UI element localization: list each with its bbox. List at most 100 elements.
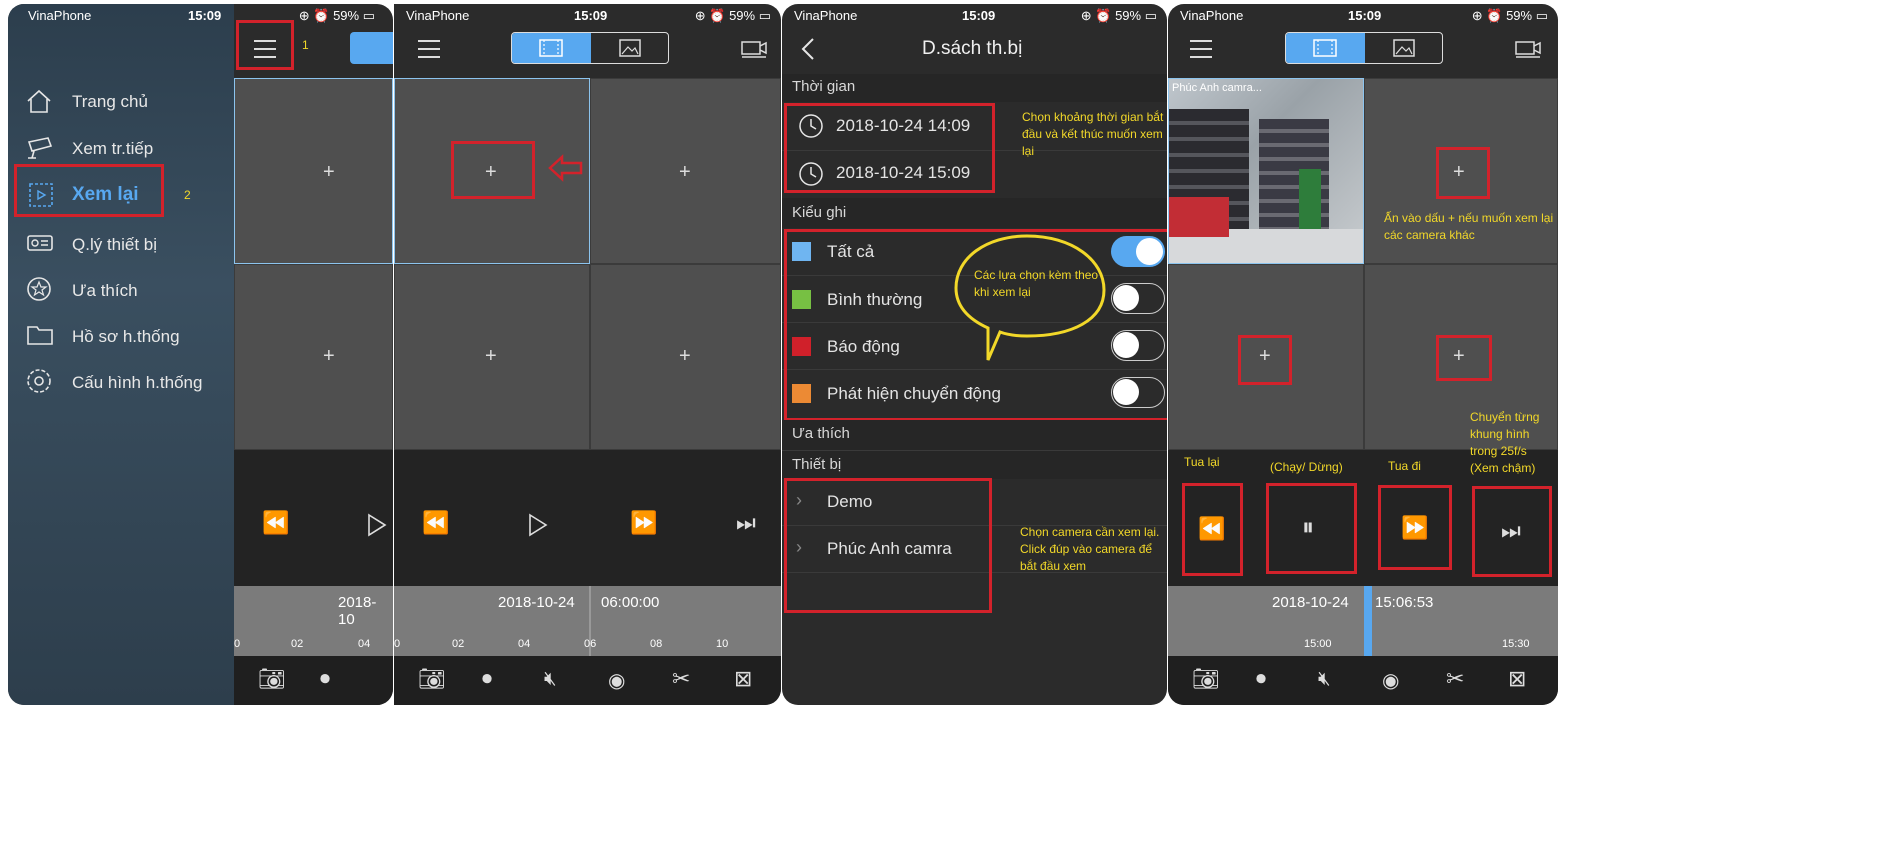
note-frame-step: Chuyển từng khung hình trong 25f/s (Xem … — [1470, 410, 1540, 475]
add-camera-icon[interactable]: + — [323, 161, 335, 184]
playback-controls — [394, 450, 781, 586]
snapshot-icon[interactable]: 📷︎ — [418, 666, 446, 692]
camera-list-icon[interactable] — [1514, 38, 1542, 60]
close-window-icon[interactable]: ⊠ — [1508, 666, 1526, 692]
film-icon — [539, 39, 563, 57]
menu-item-records[interactable]: Hồ sơ h.thống — [26, 322, 226, 352]
phone-grid-view: VinaPhone 15:09 ⊕ ⏰ 59% ▭ + + + + ⏪ ⏩ ⏭︎… — [394, 4, 781, 705]
clock: 15:09 — [962, 8, 996, 23]
clip-icon[interactable]: ✂︎ — [672, 666, 690, 692]
fast-forward-icon[interactable]: ⏩ — [630, 510, 657, 536]
clip-icon[interactable]: ✂︎ — [1446, 666, 1464, 692]
carrier-label: VinaPhone — [1180, 8, 1244, 23]
timeline-tick: 06 — [584, 638, 597, 650]
view-toggle-grid[interactable] — [512, 33, 591, 63]
highlight-add-1 — [1436, 147, 1490, 199]
add-camera-icon[interactable]: + — [679, 345, 691, 368]
view-toggle-grid[interactable] — [350, 32, 393, 64]
note-rewind: Tua lại — [1184, 455, 1220, 469]
talk-icon[interactable]: ◉ — [608, 668, 625, 693]
forward-button[interactable]: ⏩ — [1378, 485, 1452, 570]
note-play-pause: (Chạy/ Dừng) — [1270, 460, 1343, 474]
rewind-icon: ⏪ — [1198, 516, 1226, 541]
view-toggle-image[interactable] — [1365, 33, 1442, 63]
section-header-record-type: Kiểu ghi — [782, 198, 1167, 228]
phone-side-menu: VinaPhone 15:09 ⊕ ⏰ 59% ▭ Trang chủ Xem … — [8, 4, 393, 705]
menu-item-home[interactable]: Trang chủ — [26, 88, 226, 118]
add-camera-icon[interactable]: + — [679, 161, 691, 184]
timeline[interactable]: 2018-10-24 06:00:00 0 02 04 06 08 10 — [394, 586, 781, 656]
next-frame-icon[interactable]: ⏭︎ — [736, 510, 756, 536]
highlight-add-2 — [1238, 335, 1292, 385]
fast-forward-icon: ⏩ — [1401, 515, 1429, 540]
timeline-date: 2018-10 — [338, 594, 377, 628]
snapshot-icon[interactable]: 📷︎ — [1192, 666, 1220, 692]
menu-item-favorites[interactable]: Ưa thích — [26, 276, 226, 306]
phone-device-list: VinaPhone 15:09 ⊕ ⏰ 59% ▭ D.sách th.bị T… — [782, 4, 1167, 705]
back-arrow-icon[interactable] — [800, 37, 816, 61]
next-frame-button[interactable]: ⏭︎ — [1472, 486, 1552, 577]
talk-icon[interactable]: ◉ — [1382, 668, 1399, 693]
mute-icon[interactable]: 🔇︎ — [544, 668, 557, 691]
menu-item-live[interactable]: Xem tr.tiếp — [26, 134, 226, 164]
arrow-left-icon — [548, 154, 583, 182]
timeline-tick: 08 — [650, 638, 663, 650]
home-icon — [27, 89, 51, 113]
rewind-icon[interactable]: ⏪ — [262, 510, 289, 536]
timeline-tick: 15:00 — [1304, 638, 1332, 650]
record-icon[interactable]: ⏺︎ — [1256, 668, 1266, 691]
timeline[interactable]: 2018-10 0 02 04 — [234, 586, 393, 656]
add-camera-icon[interactable]: + — [323, 345, 335, 368]
add-camera-icon[interactable]: + — [485, 345, 497, 368]
clock: 15:09 — [1348, 8, 1382, 23]
view-toggle-image[interactable] — [591, 33, 668, 63]
view-toggle-grid[interactable] — [1286, 33, 1365, 63]
step-1-marker: 1 — [302, 38, 309, 52]
video-cell[interactable]: + — [234, 78, 393, 264]
timeline-date: 2018-10-24 — [1272, 594, 1349, 611]
menu-item-devices[interactable]: Q.lý thiết bị — [26, 230, 226, 260]
close-window-icon[interactable]: ⊠ — [734, 666, 752, 692]
menu-item-settings[interactable]: Cấu hình h.thống — [26, 368, 226, 398]
clock: 15:09 — [188, 8, 222, 23]
section-header-favorites: Ưa thích — [782, 420, 1167, 450]
rewind-button[interactable]: ⏪ — [1182, 483, 1243, 576]
menu-item-label: Q.lý thiết bị — [72, 235, 158, 254]
note-time-range: Chọn khoảng thời gian bắt đầu và kết thú… — [1022, 110, 1164, 158]
highlight-add-button — [451, 141, 535, 199]
video-cell[interactable]: + — [590, 264, 781, 450]
hamburger-button[interactable] — [1190, 38, 1212, 58]
video-cell[interactable]: + — [394, 264, 590, 450]
camera-feed[interactable]: Phúc Anh camra... — [1168, 78, 1364, 264]
battery-label: 59% — [729, 8, 756, 23]
timeline[interactable]: 2018-10-24 15:06:53 15:00 15:30 — [1168, 586, 1558, 656]
play-pause-button[interactable]: ⏸︎ — [1266, 483, 1357, 574]
video-cell[interactable]: + — [234, 264, 393, 450]
rewind-icon[interactable]: ⏪ — [422, 510, 449, 536]
bottom-toolbar: 📷︎ ⏺︎ 🔇︎ ◉ ✂︎ ⊠ — [1168, 656, 1558, 705]
highlight-add-3 — [1436, 335, 1492, 381]
timeline-date: 2018-10-24 — [498, 594, 575, 611]
note-forward: Tua đi — [1388, 459, 1421, 473]
bottom-toolbar: 📷︎ ⏺︎ 🔇︎ ◉ ✂︎ ⊠ — [394, 656, 781, 705]
note-devices: Chọn camera cần xem lại. Click đúp vào c… — [1020, 525, 1160, 573]
phone-playback: VinaPhone 15:09 ⊕ ⏰ 59% ▭ Phúc Anh camra… — [1168, 4, 1558, 705]
highlight-hamburger — [236, 20, 294, 70]
mute-icon[interactable]: 🔇︎ — [1318, 668, 1331, 691]
folder-icon — [27, 326, 53, 345]
video-cell[interactable]: + — [590, 78, 781, 264]
timeline-tick: 04 — [518, 638, 531, 650]
carrier-label: VinaPhone — [794, 8, 858, 23]
hamburger-button[interactable] — [418, 38, 440, 58]
highlight-devices — [784, 478, 992, 613]
camera-list-icon[interactable] — [740, 38, 768, 60]
timeline-tick: 0 — [394, 638, 401, 650]
play-icon[interactable] — [527, 513, 549, 537]
snapshot-icon[interactable]: 📷︎ — [258, 666, 286, 692]
section-header-devices: Thiết bị — [782, 450, 1167, 479]
page-title: D.sách th.bị — [922, 38, 1023, 59]
record-icon[interactable]: ⏺︎ — [320, 668, 330, 691]
play-icon[interactable] — [366, 513, 388, 537]
record-icon[interactable]: ⏺︎ — [482, 668, 492, 691]
timeline-tick: 10 — [716, 638, 729, 650]
